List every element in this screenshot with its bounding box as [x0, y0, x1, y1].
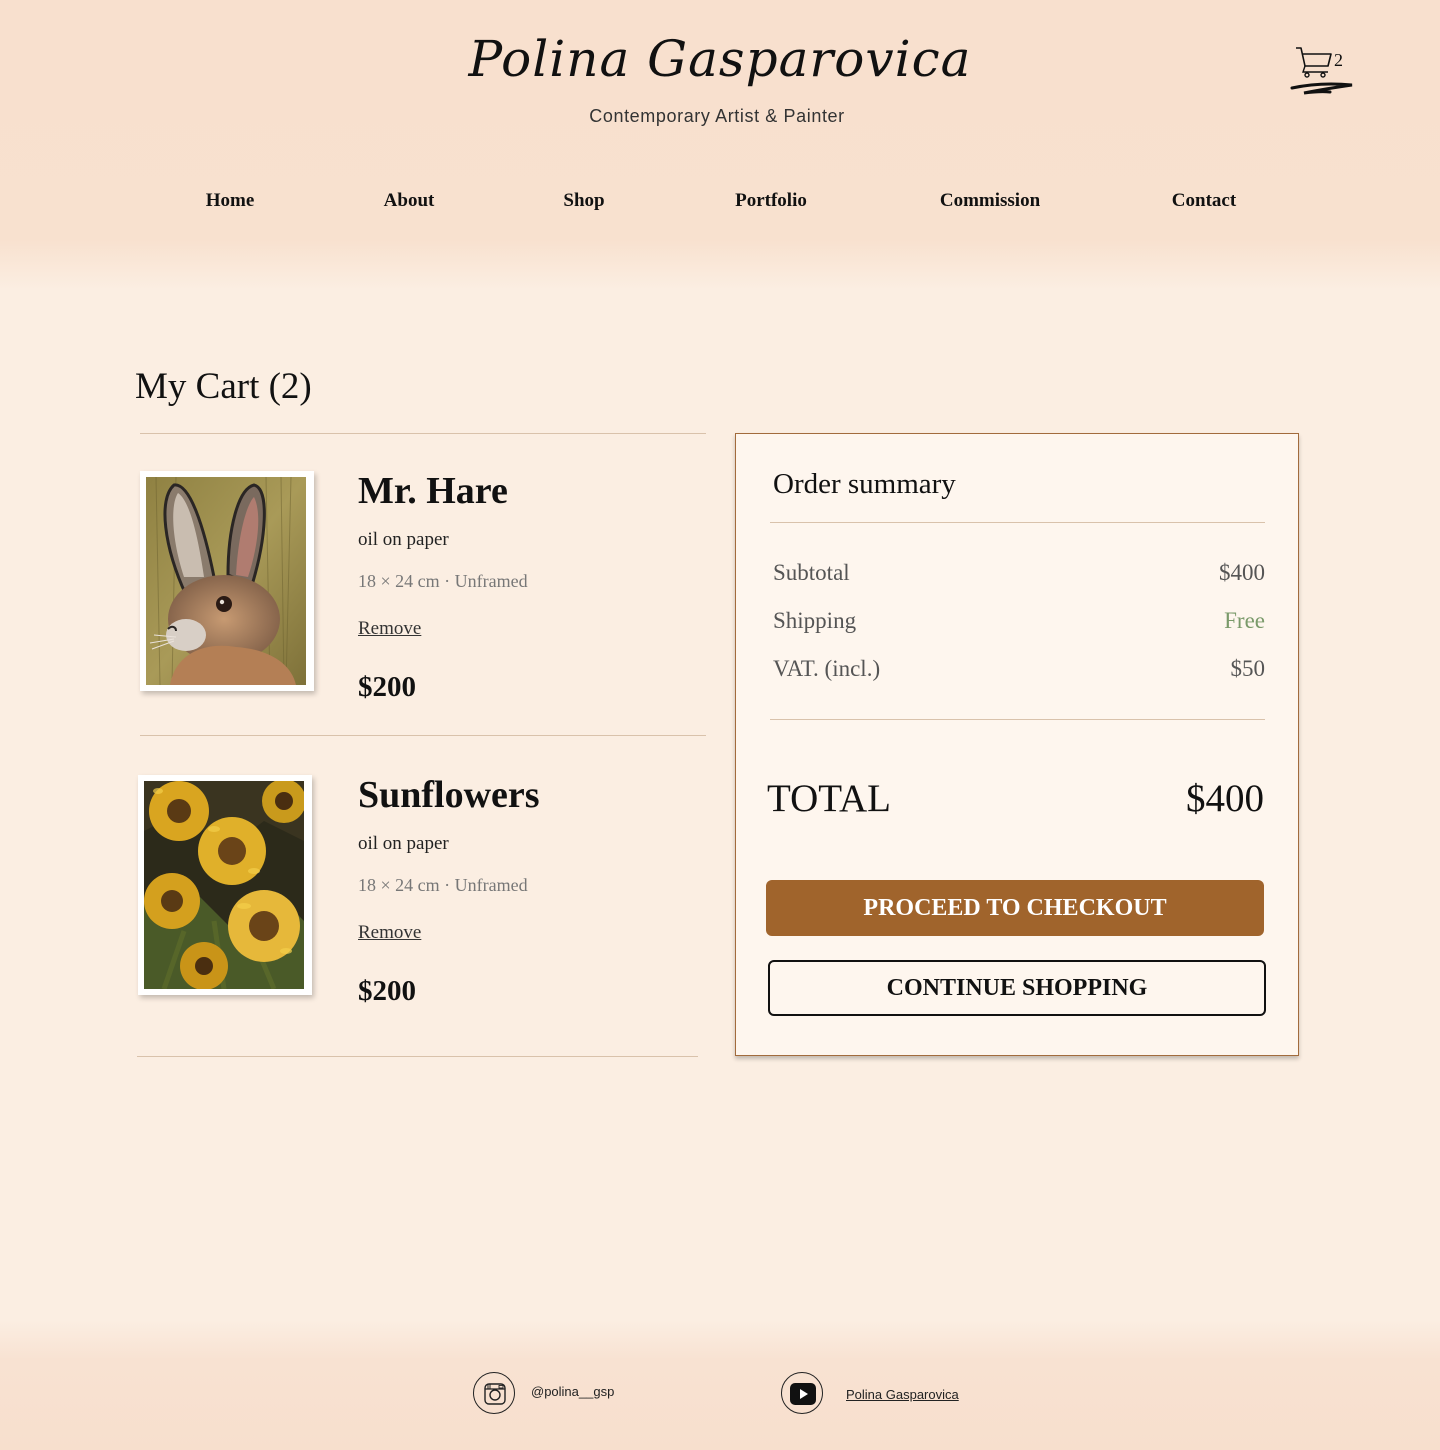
site-brand[interactable]: Polina Gasparovica [0, 30, 1440, 88]
shipping-label: Shipping [773, 608, 857, 633]
main-nav: Home About Shop Portfolio Commission Con… [0, 190, 1440, 220]
order-summary-title: Order summary [773, 468, 956, 500]
subtotal-label: Subtotal [773, 560, 850, 585]
divider [140, 735, 706, 736]
cart-item: Sunflowers oil on paper 18 × 24 cm · Unf… [138, 773, 710, 1025]
instagram-link[interactable]: @polina__gsp [473, 1372, 633, 1416]
youtube-channel-link[interactable]: Polina Gasparovica [846, 1387, 959, 1402]
youtube-icon [781, 1372, 823, 1414]
divider [137, 1056, 698, 1057]
divider [140, 433, 706, 434]
shipping-row: Shipping Free [773, 608, 1265, 638]
nav-item-shop[interactable]: Shop [563, 190, 604, 212]
item-medium: oil on paper [358, 529, 449, 550]
hare-painting-thumbnail[interactable] [140, 471, 314, 691]
instagram-icon [473, 1372, 515, 1414]
total-row: TOTAL $400 [767, 776, 1264, 826]
nav-item-portfolio[interactable]: Portfolio [735, 190, 807, 212]
cart-widget[interactable]: 2 [1290, 44, 1354, 100]
sunflowers-painting-icon [144, 781, 304, 989]
item-name[interactable]: Mr. Hare [358, 469, 508, 513]
vat-value: $50 [1230, 656, 1266, 681]
total-value: $400 [1186, 777, 1264, 820]
checkout-button[interactable]: PROCEED TO CHECKOUT [766, 880, 1264, 936]
subtotal-value: $400 [1219, 560, 1265, 585]
site-footer: @polina__gsp Polina Gasparovica [0, 1320, 1440, 1450]
nav-item-about[interactable]: About [384, 190, 435, 212]
item-dimensions: 18 × 24 cm · Unframed [358, 571, 528, 591]
item-dimensions: 18 × 24 cm · Unframed [358, 875, 528, 895]
vat-row: VAT. (incl.) $50 [773, 656, 1265, 686]
item-name[interactable]: Sunflowers [358, 773, 540, 817]
youtube-link[interactable]: Polina Gasparovica [781, 1372, 981, 1416]
divider [770, 522, 1265, 523]
remove-item-button[interactable]: Remove [358, 922, 421, 944]
remove-item-button[interactable]: Remove [358, 618, 421, 640]
order-summary-panel: Order summary Subtotal $400 Shipping Fre… [735, 433, 1299, 1056]
cart-count: 2 [1334, 50, 1343, 70]
subtotal-row: Subtotal $400 [773, 560, 1265, 590]
nav-item-home[interactable]: Home [206, 190, 255, 212]
hare-painting-icon [146, 477, 306, 685]
site-header: Polina Gasparovica Contemporary Artist &… [0, 0, 1440, 290]
instagram-handle[interactable]: @polina__gsp [531, 1384, 614, 1399]
sunflowers-painting-thumbnail[interactable] [138, 775, 312, 995]
shipping-value: Free [1224, 608, 1265, 633]
divider [770, 719, 1265, 720]
continue-shopping-button[interactable]: CONTINUE SHOPPING [768, 960, 1266, 1016]
nav-item-contact[interactable]: Contact [1172, 190, 1236, 212]
item-price: $200 [358, 671, 416, 703]
cart-item: Mr. Hare oil on paper 18 × 24 cm · Unfra… [140, 469, 710, 721]
total-label: TOTAL [767, 777, 891, 820]
cart-title: My Cart (2) [135, 366, 312, 407]
vat-label: VAT. (incl.) [773, 656, 881, 681]
site-tagline: Contemporary Artist & Painter [589, 106, 845, 126]
item-price: $200 [358, 975, 416, 1007]
nav-item-commission[interactable]: Commission [940, 190, 1040, 212]
item-medium: oil on paper [358, 833, 449, 854]
cart-icon [1290, 47, 1353, 95]
